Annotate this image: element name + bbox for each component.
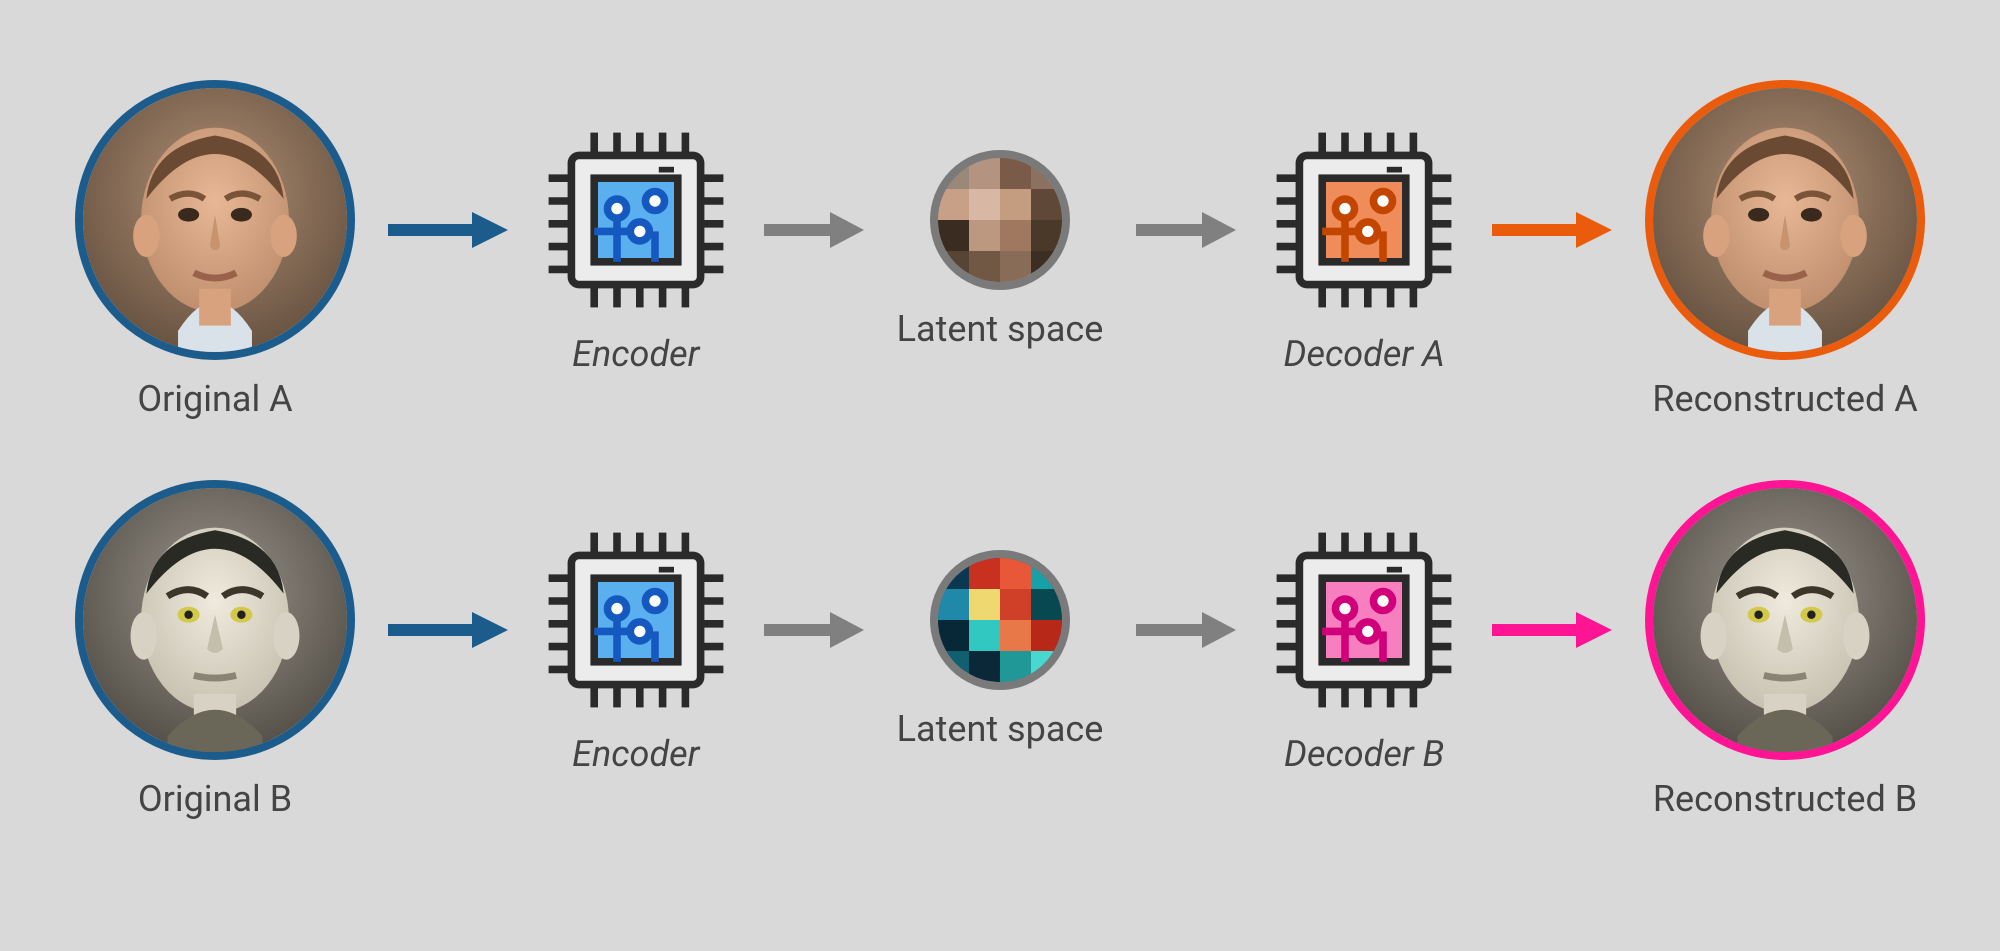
decoder-a-chip-icon — [1269, 125, 1459, 315]
encoder-b-cell: Encoder — [541, 525, 731, 775]
original-a-image — [75, 80, 355, 360]
reconstructed-b-cell: Reconstructed B — [1645, 480, 1925, 820]
encoder-a-label: Encoder — [572, 333, 699, 375]
arrow-b1 — [388, 610, 508, 650]
original-a-cell: Original A — [75, 80, 355, 420]
reconstructed-a-image — [1645, 80, 1925, 360]
arrow-b3 — [1136, 610, 1236, 650]
decoder-a-label: Decoder A — [1284, 333, 1445, 375]
original-b-label: Original B — [138, 778, 292, 820]
latent-b-image — [930, 550, 1070, 690]
autoencoder-diagram: Original A — [0, 0, 2000, 951]
encoder-a-cell: Encoder — [541, 125, 731, 375]
original-a-label: Original A — [137, 378, 292, 420]
decoder-b-chip-icon — [1269, 525, 1459, 715]
decoder-a-cell: Decoder A — [1269, 125, 1459, 375]
reconstructed-a-cell: Reconstructed A — [1645, 80, 1925, 420]
pipeline-row-b: Original B — [75, 460, 1925, 840]
pipeline-row-a: Original A — [75, 60, 1925, 440]
arrow-a4 — [1492, 210, 1612, 250]
latent-a-label: Latent space — [897, 308, 1104, 350]
reconstructed-b-image — [1645, 480, 1925, 760]
original-b-image — [75, 480, 355, 760]
arrow-a2 — [764, 210, 864, 250]
encoder-b-label: Encoder — [572, 733, 699, 775]
latent-b-label: Latent space — [897, 708, 1104, 750]
latent-a-cell: Latent space — [897, 150, 1104, 350]
arrow-a3 — [1136, 210, 1236, 250]
encoder-b-chip-icon — [541, 525, 731, 715]
decoder-b-cell: Decoder B — [1269, 525, 1459, 775]
encoder-chip-icon — [541, 125, 731, 315]
arrow-a1 — [388, 210, 508, 250]
reconstructed-a-label: Reconstructed A — [1652, 378, 1917, 420]
arrow-b2 — [764, 610, 864, 650]
arrow-b4 — [1492, 610, 1612, 650]
latent-a-image — [930, 150, 1070, 290]
reconstructed-b-label: Reconstructed B — [1653, 778, 1917, 820]
latent-b-cell: Latent space — [897, 550, 1104, 750]
original-b-cell: Original B — [75, 480, 355, 820]
decoder-b-label: Decoder B — [1284, 733, 1444, 775]
